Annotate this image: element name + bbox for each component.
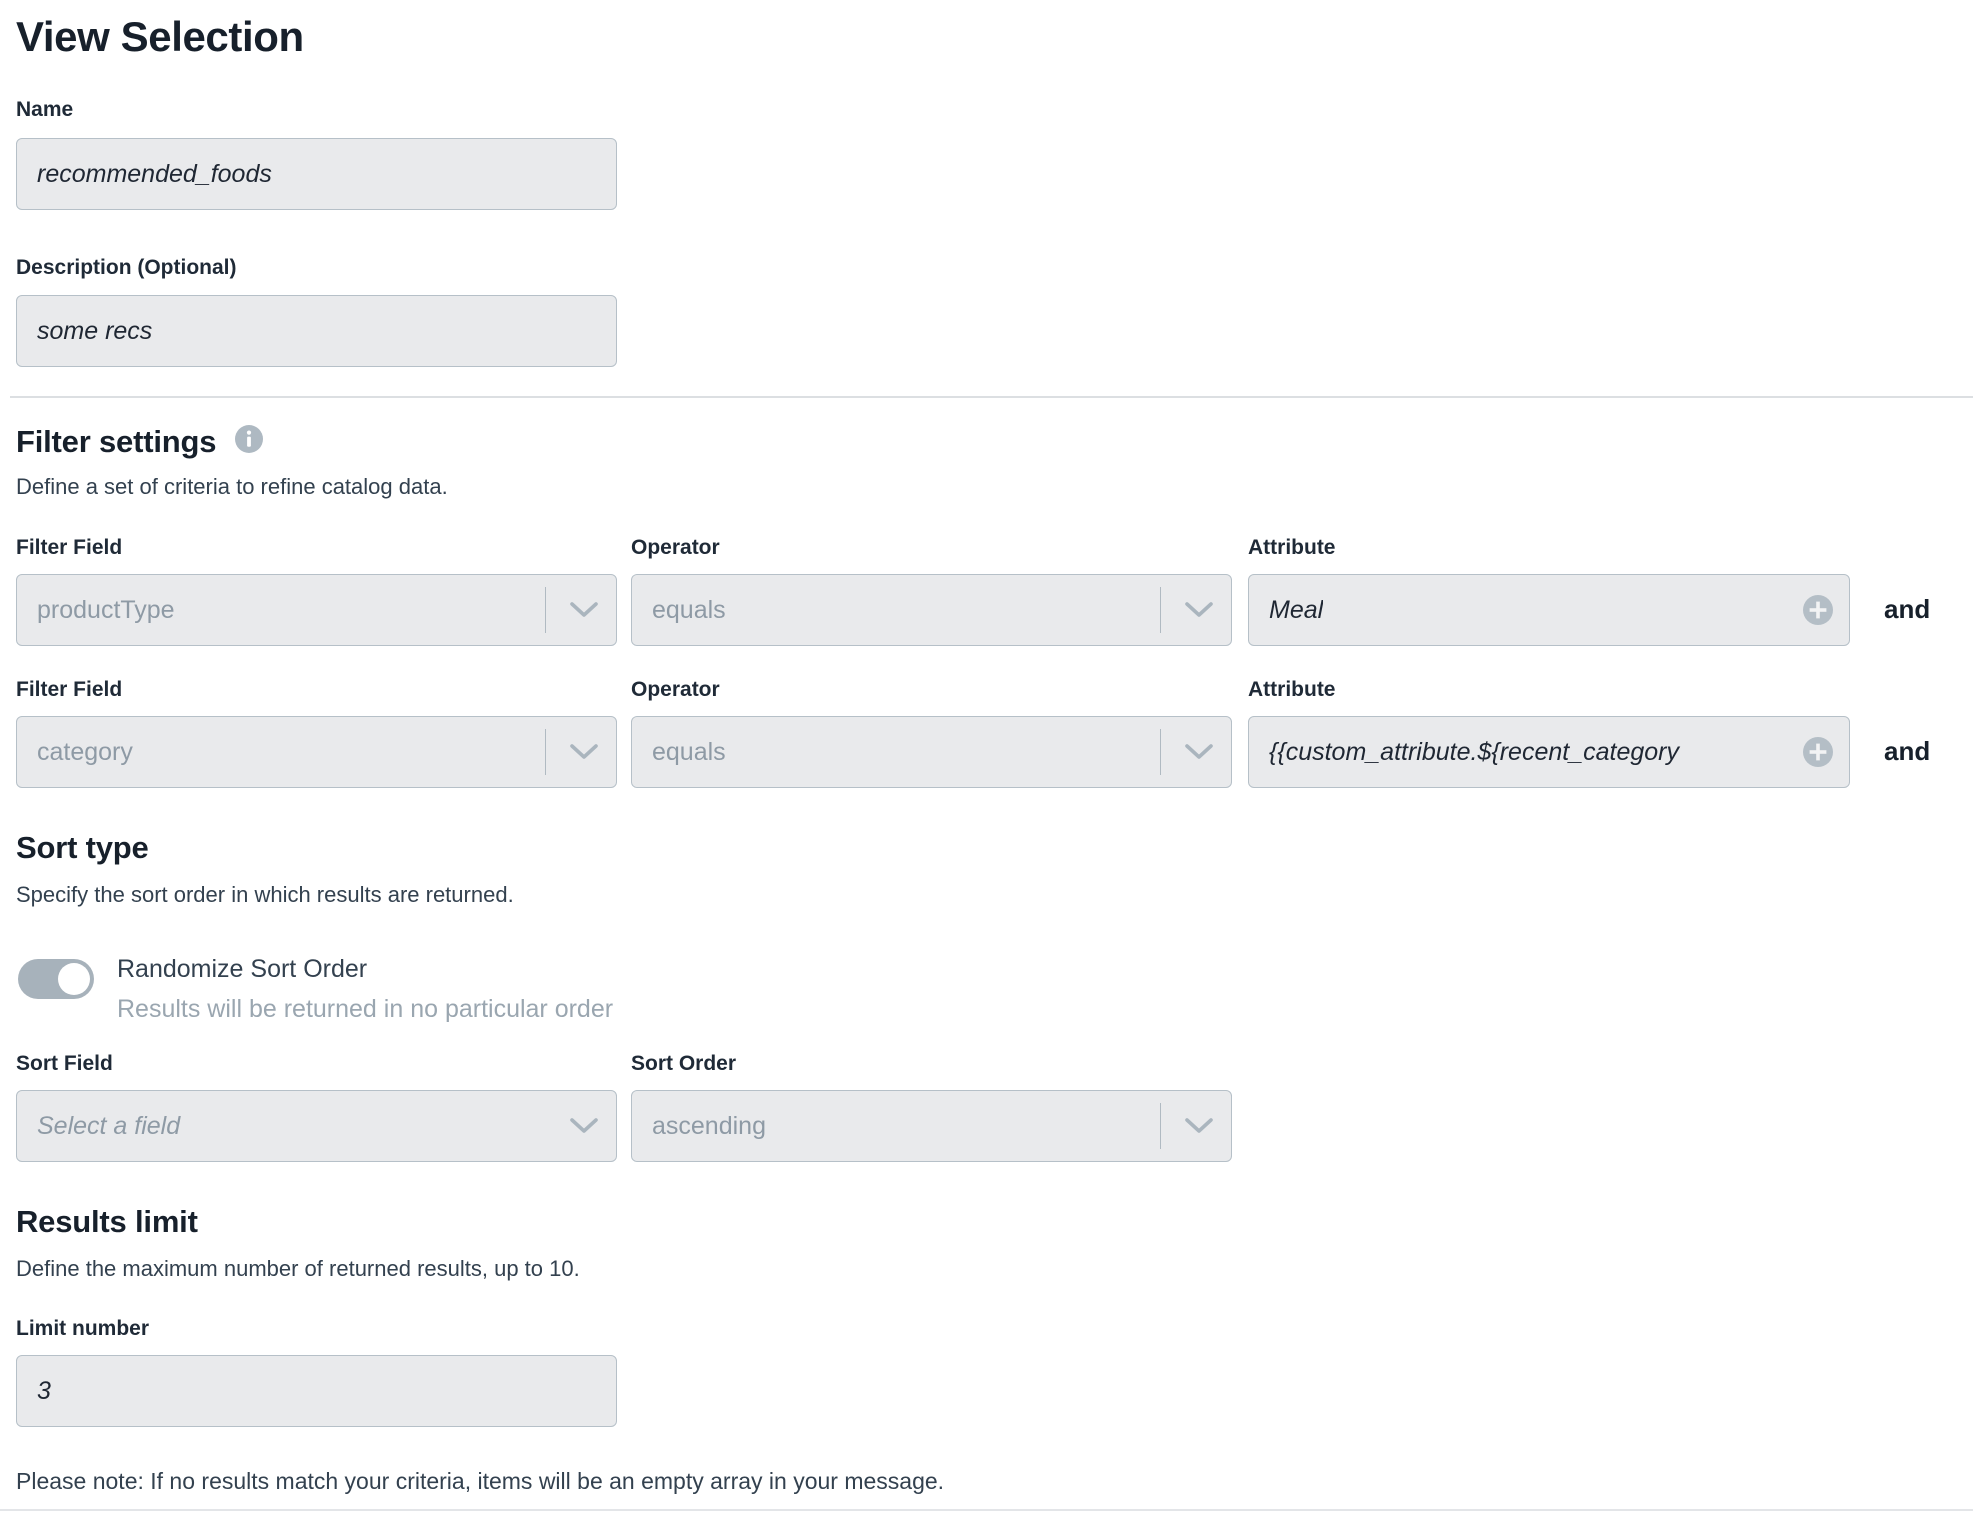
select-separator [1160,729,1161,775]
sort-field-value: Select a field [17,1112,562,1141]
toggle-knob [58,963,90,995]
filter-field-select-2[interactable]: category [16,716,617,788]
info-icon[interactable] [235,425,263,453]
operator-value-1: equals [632,596,1160,625]
attribute-input-2[interactable]: {{custom_attribute.${recent_category [1248,716,1850,788]
sort-field-label: Sort Field [16,1052,113,1075]
plus-circle-icon[interactable] [1803,595,1833,625]
attribute-label-2: Attribute [1248,678,1336,701]
operator-select-1[interactable]: equals [631,574,1232,646]
filter-field-label-2: Filter Field [16,678,122,701]
chevron-down-icon[interactable] [562,601,616,619]
filter-field-value-1: productType [17,596,545,625]
select-separator [545,587,546,633]
page-title: View Selection [16,14,304,60]
sort-order-select[interactable]: ascending [631,1090,1232,1162]
results-limit-subtitle: Define the maximum number of returned re… [16,1256,580,1282]
attribute-value-2: {{custom_attribute.${recent_category [1249,738,1723,767]
conjunction-label-2: and [1884,736,1930,767]
filter-settings-heading-row: Filter settings [16,425,263,459]
chevron-down-icon[interactable] [562,743,616,761]
plus-circle-icon[interactable] [1803,737,1833,767]
randomize-sort-order-toggle[interactable] [18,959,94,999]
limit-number-input[interactable]: 3 [16,1355,617,1427]
name-label: Name [16,98,73,121]
view-selection-panel: View Selection Name recommended_foods De… [0,0,1973,1521]
chevron-down-icon[interactable] [1177,1117,1231,1135]
select-separator [1160,1103,1161,1149]
randomize-sort-order-label: Randomize Sort Order [117,955,367,984]
description-input[interactable]: some recs [16,295,617,367]
sort-order-value: ascending [632,1112,1160,1141]
operator-label-1: Operator [631,536,720,559]
select-separator [1160,587,1161,633]
sort-order-label: Sort Order [631,1052,736,1075]
filter-settings-subtitle: Define a set of criteria to refine catal… [16,474,448,500]
description-label: Description (Optional) [16,256,237,279]
conjunction-label-1: and [1884,594,1930,625]
sort-field-select[interactable]: Select a field [16,1090,617,1162]
chevron-down-icon[interactable] [1177,601,1231,619]
chevron-down-icon[interactable] [562,1117,616,1135]
description-input-value: some recs [17,317,152,346]
randomize-sort-order-hint: Results will be returned in no particula… [117,995,613,1024]
filter-settings-title: Filter settings [16,425,216,459]
filter-field-label-1: Filter Field [16,536,122,559]
results-limit-title: Results limit [16,1205,198,1239]
name-input-value: recommended_foods [17,160,272,189]
filter-field-value-2: category [17,738,545,767]
sort-type-subtitle: Specify the sort order in which results … [16,882,514,908]
section-divider [10,396,1973,398]
limit-number-label: Limit number [16,1317,149,1340]
attribute-value-1: Meal [1249,596,1323,625]
operator-value-2: equals [632,738,1160,767]
name-input[interactable]: recommended_foods [16,138,617,210]
bottom-divider [0,1509,1973,1511]
sort-type-title: Sort type [16,831,149,865]
limit-number-value: 3 [17,1377,51,1406]
select-separator [545,729,546,775]
attribute-label-1: Attribute [1248,536,1336,559]
chevron-down-icon[interactable] [1177,743,1231,761]
attribute-input-1[interactable]: Meal [1248,574,1850,646]
operator-select-2[interactable]: equals [631,716,1232,788]
filter-field-select-1[interactable]: productType [16,574,617,646]
footer-note: Please note: If no results match your cr… [16,1468,944,1495]
operator-label-2: Operator [631,678,720,701]
